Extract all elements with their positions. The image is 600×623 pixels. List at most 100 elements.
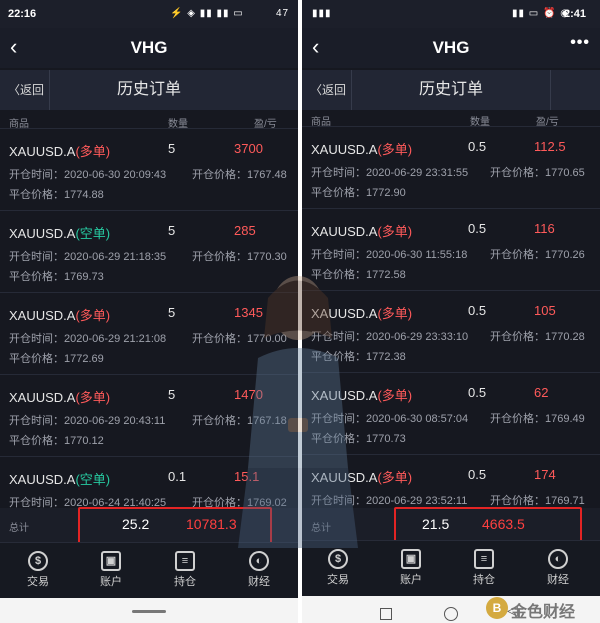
order-open-time: 开仓时间：2020-06-30 20:09:43 — [9, 169, 167, 181]
tab-positions[interactable]: ≡ 持仓 — [449, 541, 519, 597]
order-quantity: 0.5 — [468, 385, 487, 400]
watermark-logo: B — [486, 597, 508, 619]
tab-label: 财经 — [248, 576, 270, 588]
order-list: XAUUSD.A(多单) 0.5 112.5 开仓时间：2020-06-29 2… — [302, 126, 600, 536]
tab-label: 账户 — [400, 574, 422, 586]
history-header: 〈返回 历史订单 — [302, 70, 600, 110]
order-symbol: XAUUSD.A(多单) — [311, 388, 413, 403]
order-pl: 285 — [234, 223, 256, 238]
order-close-price: 平仓价格：1772.69 — [9, 353, 104, 365]
order-row[interactable]: XAUUSD.A(空单) 5 285 开仓时间：2020-06-29 21:18… — [0, 210, 298, 292]
order-quantity: 5 — [168, 305, 176, 320]
order-row[interactable]: XAUUSD.A(多单) 0.5 116 开仓时间：2020-06-30 11:… — [302, 208, 600, 290]
account-icon: ▣ — [401, 549, 421, 569]
order-quantity: 0.5 — [468, 467, 487, 482]
tab-label: 交易 — [327, 574, 349, 586]
order-quantity: 5 — [168, 387, 176, 402]
order-open-time: 开仓时间：2020-06-29 21:18:35 — [9, 251, 167, 263]
tab-label: 财经 — [547, 574, 569, 586]
order-pl: 1345 — [234, 305, 263, 320]
order-pl: 112.5 — [534, 139, 566, 154]
page-title: 历史订单 — [116, 81, 181, 98]
order-open-time: 开仓时间：2020-06-29 21:21:08 — [9, 333, 167, 345]
home-gesture-bar[interactable] — [132, 610, 166, 613]
order-row[interactable]: XAUUSD.A(多单) 0.5 62 开仓时间：2020-06-30 08:5… — [302, 372, 600, 454]
page-title: 历史订单 — [418, 81, 483, 98]
order-list: XAUUSD.A(多单) 5 3700 开仓时间：2020-06-30 20:0… — [0, 128, 298, 538]
order-open-time: 开仓时间：2020-06-29 23:31:55 — [311, 167, 469, 179]
order-open-price: 开仓价格：1770.30 — [192, 251, 287, 263]
order-symbol: XAUUSD.A(空单) — [9, 226, 111, 241]
order-open-time: 开仓时间：2020-06-30 08:57:04 — [311, 413, 469, 425]
status-icons: ▮▮ ▭ ⏰ ◉ — [512, 8, 570, 19]
tab-trade[interactable]: $ 交易 — [3, 543, 73, 599]
order-row[interactable]: XAUUSD.A(多单) 5 3700 开仓时间：2020-06-30 20:0… — [0, 128, 298, 210]
tab-account[interactable]: ▣ 账户 — [376, 541, 446, 597]
order-close-price: 平仓价格：1772.58 — [311, 269, 406, 281]
back-button[interactable]: 〈返回 — [302, 70, 352, 110]
order-open-price: 开仓价格：1767.18 — [192, 415, 287, 427]
order-pl: 3700 — [234, 141, 263, 156]
android-nav-bar — [0, 598, 298, 623]
status-bar: ▮▮▮ ▮▮ ▭ ⏰ ◉ 2:41 — [302, 0, 600, 28]
order-open-time: 开仓时间：2020-06-29 23:52:11 — [311, 495, 468, 507]
order-close-price: 平仓价格：1772.38 — [311, 351, 406, 363]
recent-apps-icon[interactable] — [380, 608, 392, 620]
bottom-tab-bar: $ 交易 ▣ 账户 ≡ 持仓 ◐ 财经 — [302, 540, 600, 596]
order-open-price: 开仓价格：1770.28 — [490, 331, 585, 343]
order-symbol: XAUUSD.A(多单) — [311, 224, 413, 239]
tab-positions[interactable]: ≡ 持仓 — [150, 543, 220, 599]
status-bar: 22:16 ⚡ ◈ ▮▮ ▮▮ ▭ 47 — [0, 0, 298, 28]
document-icon: ≡ — [175, 551, 195, 571]
header-right-box — [550, 70, 600, 110]
dollar-icon: $ — [328, 549, 348, 569]
tab-account[interactable]: ▣ 账户 — [76, 543, 146, 599]
order-quantity: 5 — [168, 141, 176, 156]
back-button[interactable]: 〈返回 — [0, 70, 50, 110]
bottom-tab-bar: $ 交易 ▣ 账户 ≡ 持仓 ◐ 财经 — [0, 542, 298, 598]
dollar-icon: $ — [28, 551, 48, 571]
status-icons: ⚡ ◈ ▮▮ ▮▮ ▭ — [170, 8, 244, 19]
tab-finance[interactable]: ◐ 财经 — [224, 543, 294, 599]
order-open-price: 开仓价格：1769.71 — [490, 495, 585, 507]
order-symbol: XAUUSD.A(多单) — [9, 390, 111, 405]
tab-label: 交易 — [27, 576, 49, 588]
order-pl: 174 — [534, 467, 556, 482]
right-phone-screen: ▮▮▮ ▮▮ ▭ ⏰ ◉ 2:41 ‹ VHG ••• 〈返回 历史订单 商品 … — [302, 0, 600, 623]
watermark: B 金色财经 — [486, 594, 598, 622]
status-time: 2:41 — [564, 8, 587, 20]
order-close-price: 平仓价格：1770.73 — [311, 433, 406, 445]
order-row[interactable]: XAUUSD.A(多单) 0.5 105 开仓时间：2020-06-29 23:… — [302, 290, 600, 372]
left-phone-screen: 22:16 ⚡ ◈ ▮▮ ▮▮ ▭ 47 ‹ VHG 〈返回 历史订单 商品 数… — [0, 0, 298, 623]
history-header: 〈返回 历史订单 — [0, 70, 298, 110]
tab-label: 持仓 — [473, 574, 495, 586]
order-open-price: 开仓价格：1769.49 — [490, 413, 585, 425]
order-quantity: 5 — [168, 223, 176, 238]
app-title: VHG — [432, 38, 470, 57]
order-symbol: XAUUSD.A(空单) — [9, 472, 111, 487]
total-label: 总计 — [9, 523, 29, 534]
order-pl: 62 — [534, 385, 549, 400]
tab-finance[interactable]: ◐ 财经 — [523, 541, 593, 597]
home-icon[interactable] — [444, 607, 458, 621]
order-open-time: 开仓时间：2020-06-29 23:33:10 — [311, 331, 469, 343]
app-header: ‹ VHG — [0, 28, 298, 68]
order-open-time: 开仓时间：2020-06-30 11:55:18 — [311, 249, 468, 261]
order-pl: 1470 — [234, 387, 263, 402]
order-symbol: XAUUSD.A(多单) — [311, 306, 413, 321]
order-row[interactable]: XAUUSD.A(多单) 5 1470 开仓时间：2020-06-29 20:4… — [0, 374, 298, 456]
order-row[interactable]: XAUUSD.A(多单) 0.5 112.5 开仓时间：2020-06-29 2… — [302, 126, 600, 208]
order-close-price: 平仓价格：1769.73 — [9, 271, 104, 283]
order-symbol: XAUUSD.A(多单) — [311, 470, 413, 485]
order-symbol: XAUUSD.A(多单) — [9, 308, 111, 323]
order-close-price: 平仓价格：1770.12 — [9, 435, 104, 447]
order-row[interactable]: XAUUSD.A(多单) 5 1345 开仓时间：2020-06-29 21:2… — [0, 292, 298, 374]
account-icon: ▣ — [101, 551, 121, 571]
more-options-icon[interactable]: ••• — [570, 34, 590, 52]
order-pl: 15.1 — [234, 469, 260, 484]
total-label: 总计 — [311, 523, 331, 534]
tab-label: 持仓 — [174, 576, 196, 588]
order-close-price: 平仓价格：1774.88 — [9, 189, 104, 201]
tab-trade[interactable]: $ 交易 — [303, 541, 373, 597]
order-close-price: 平仓价格：1772.90 — [311, 187, 406, 199]
